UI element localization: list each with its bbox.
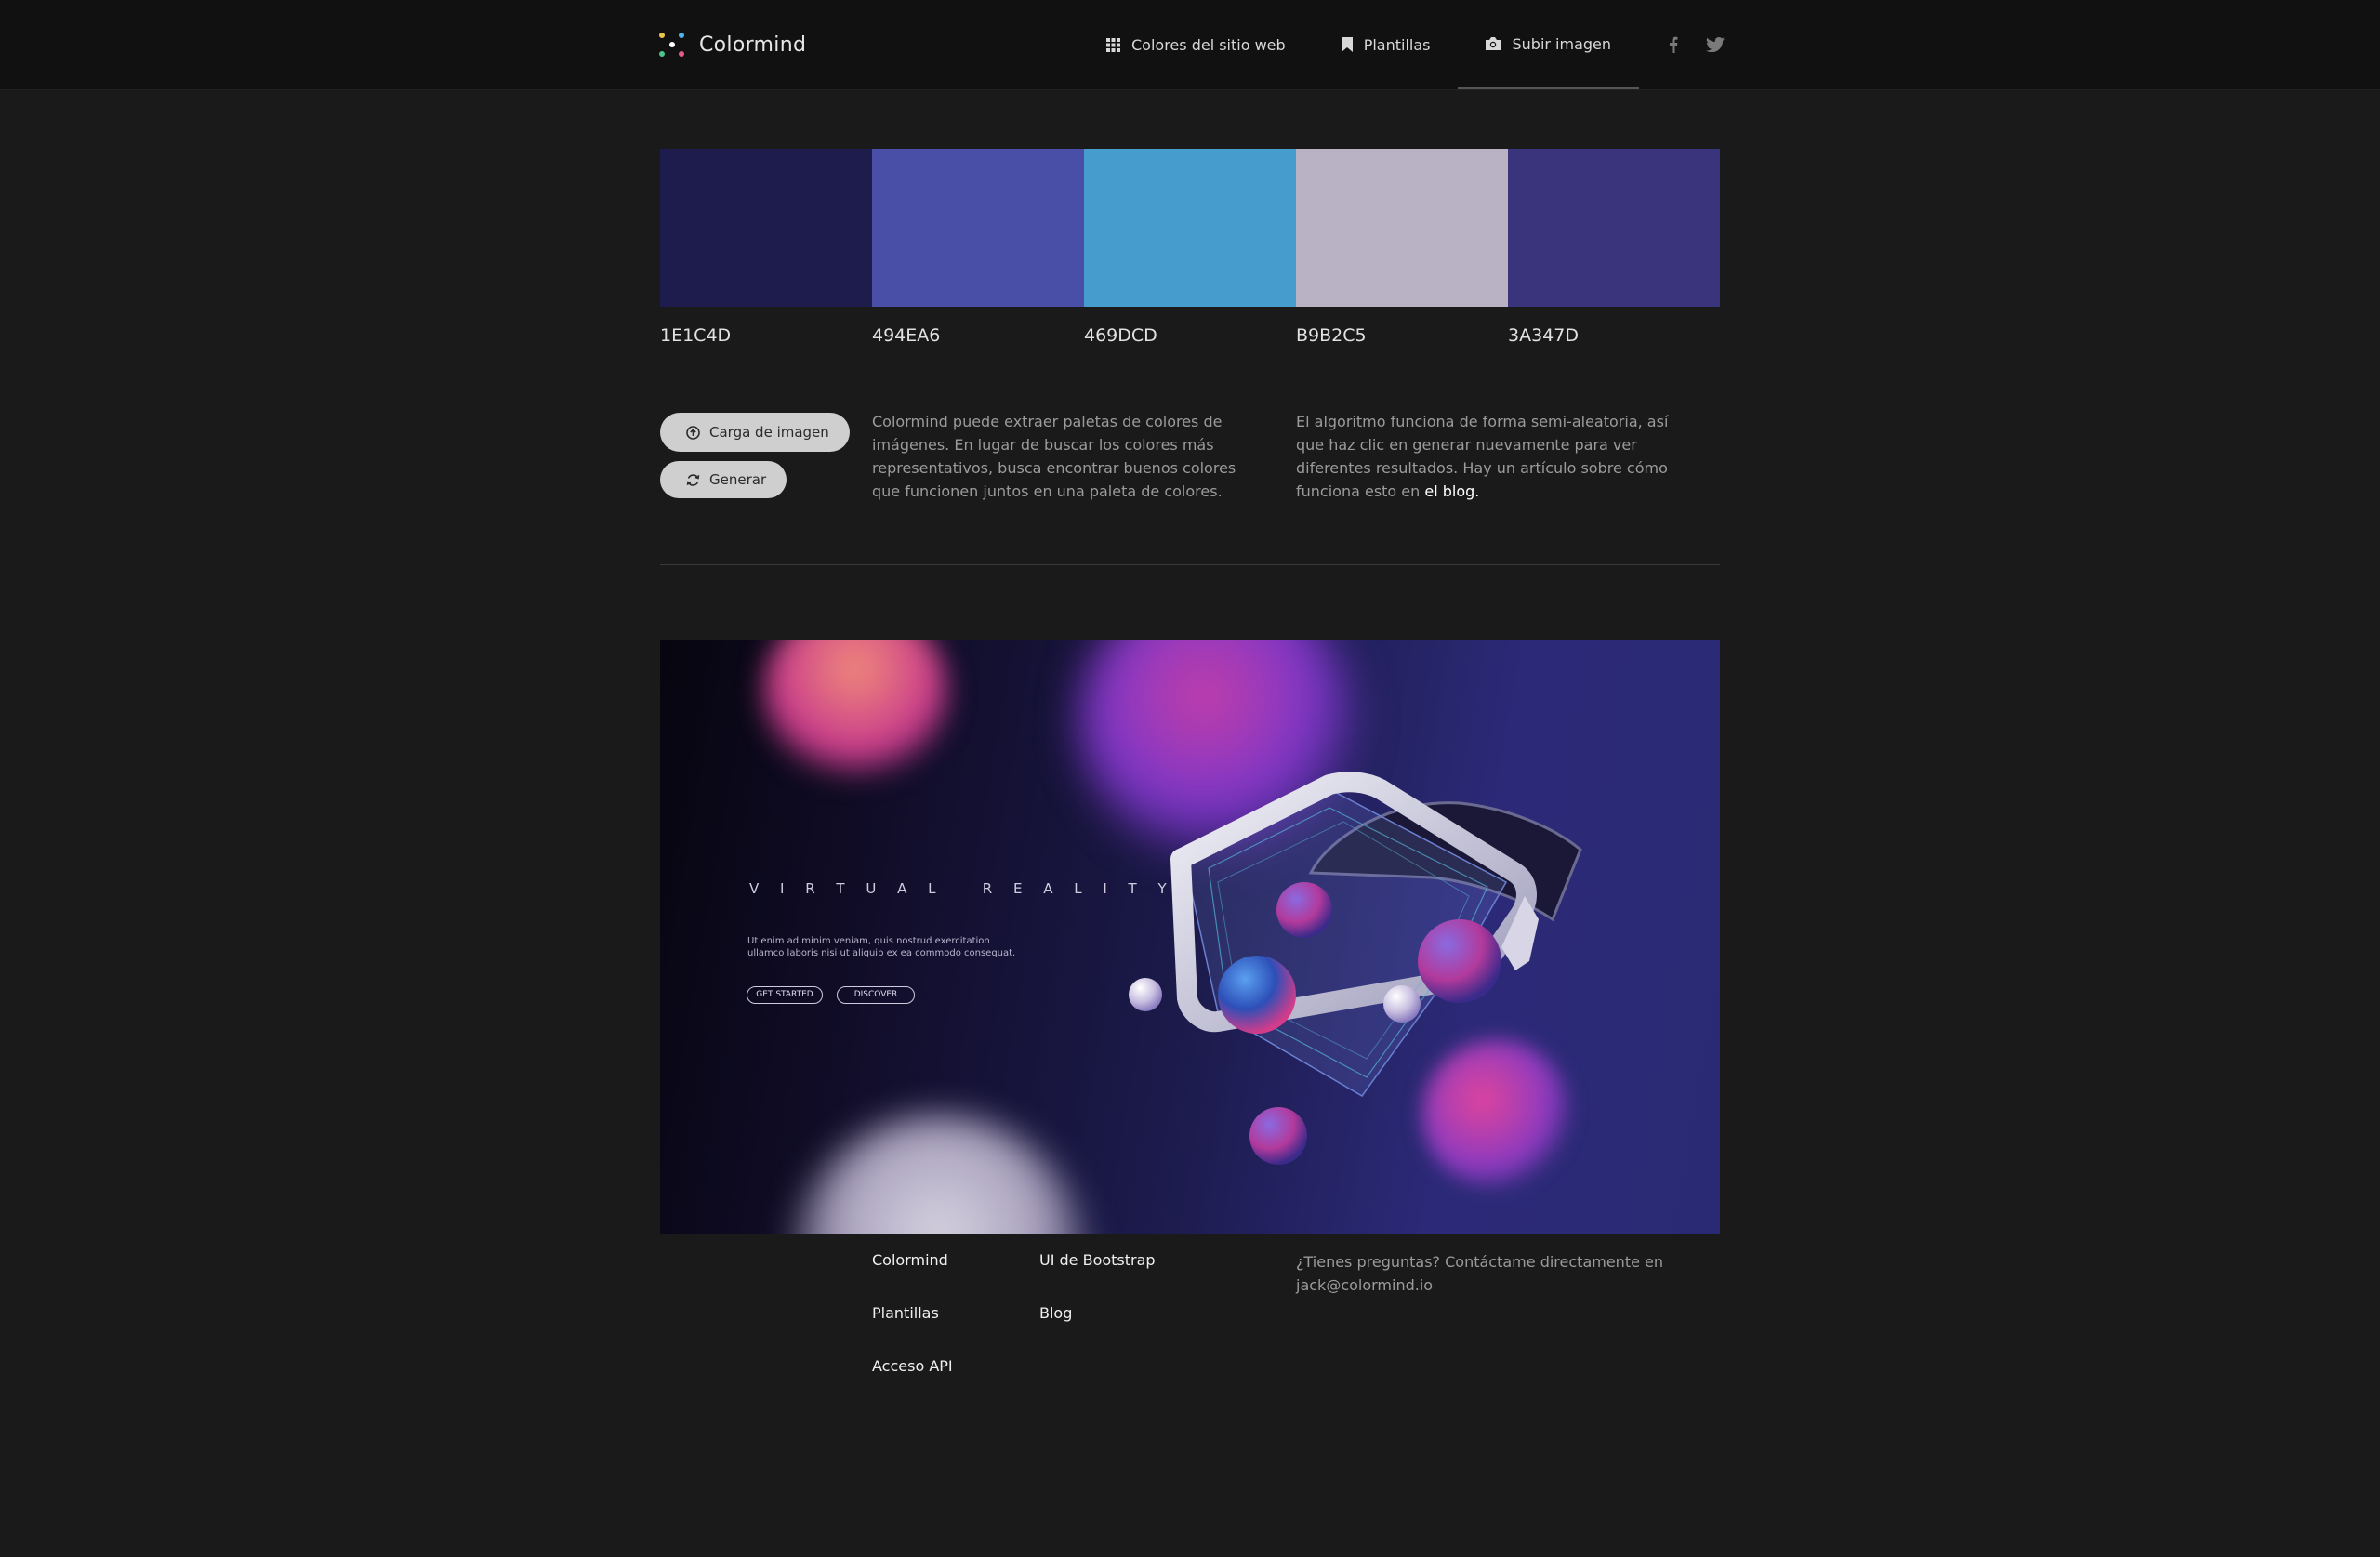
generate-button-label: Generar: [709, 471, 767, 488]
footer-contact-text: ¿Tienes preguntas? Contáctame directamen…: [1296, 1253, 1663, 1294]
swatch-color[interactable]: [660, 149, 872, 307]
brand-name: Colormind: [699, 33, 807, 57]
swatch-hex: 3A347D: [1508, 325, 1579, 346]
footer-link-bootstrap-ui[interactable]: UI de Bootstrap: [1039, 1251, 1156, 1269]
nav-templates[interactable]: Plantillas: [1314, 0, 1459, 89]
upload-image-button[interactable]: Carga de imagen: [660, 413, 850, 452]
brand-link[interactable]: Colormind: [658, 28, 806, 61]
generate-button[interactable]: Generar: [660, 461, 787, 498]
swatch-3[interactable]: 469DCD: [1084, 149, 1296, 346]
footer-link-api-access[interactable]: Acceso API: [872, 1357, 953, 1375]
description-left: Colormind puede extraer paletas de color…: [872, 413, 1236, 500]
nav-upload-image[interactable]: Subir imagen: [1458, 0, 1640, 89]
swatch-hex: 469DCD: [1084, 325, 1157, 346]
swatch-hex: B9B2C5: [1296, 325, 1367, 346]
swatch-4[interactable]: B9B2C5: [1296, 149, 1508, 346]
nav-label: Subir imagen: [1512, 34, 1612, 53]
twitter-icon: [1706, 37, 1725, 52]
swatch-color[interactable]: [1508, 149, 1720, 307]
uploaded-image: V I R T U A L R E A L I T Y Ut enim ad m…: [660, 640, 1720, 1234]
bookmark-icon: [1341, 37, 1353, 52]
blog-link[interactable]: el blog.: [1424, 482, 1479, 500]
top-navbar: Colormind Colores del sitio web Plantill…: [0, 0, 2380, 90]
description-right-text: El algoritmo funciona de forma semi-alea…: [1296, 413, 1669, 500]
color-palette: 1E1C4D 494EA6 469DCD B9B2C5 3A347D: [660, 149, 1720, 346]
refresh-icon: [686, 473, 700, 486]
swatch-hex: 1E1C4D: [660, 325, 732, 346]
swatch-5[interactable]: 3A347D: [1508, 149, 1720, 346]
twitter-link[interactable]: [1706, 33, 1725, 56]
swatch-1[interactable]: 1E1C4D: [660, 149, 872, 346]
footer-link-blog[interactable]: Blog: [1039, 1304, 1072, 1322]
section-divider: [660, 564, 1720, 565]
swatch-2[interactable]: 494EA6: [872, 149, 1084, 346]
nav-label: Colores del sitio web: [1131, 35, 1286, 54]
facebook-icon: [1670, 36, 1678, 53]
footer-link-colormind[interactable]: Colormind: [872, 1251, 948, 1269]
grid-icon: [1106, 37, 1120, 52]
camera-icon: [1486, 37, 1501, 50]
swatch-hex: 494EA6: [872, 325, 941, 346]
facebook-link[interactable]: [1669, 33, 1678, 56]
nav-label: Plantillas: [1363, 35, 1431, 54]
colormind-logo-icon: [658, 31, 686, 59]
nav-website-colors[interactable]: Colores del sitio web: [1078, 0, 1314, 89]
main-nav: Colores del sitio web Plantillas Subir i…: [1078, 0, 1640, 89]
swatch-color[interactable]: [1084, 149, 1296, 307]
vr-headset-illustration: [1129, 772, 1582, 1165]
swatch-color[interactable]: [872, 149, 1084, 307]
footer-link-templates[interactable]: Plantillas: [872, 1304, 939, 1322]
upload-button-label: Carga de imagen: [709, 424, 829, 441]
swatch-color[interactable]: [1296, 149, 1508, 307]
upload-icon: [686, 425, 700, 440]
description-right: El algoritmo funciona de forma semi-alea…: [1296, 410, 1686, 503]
